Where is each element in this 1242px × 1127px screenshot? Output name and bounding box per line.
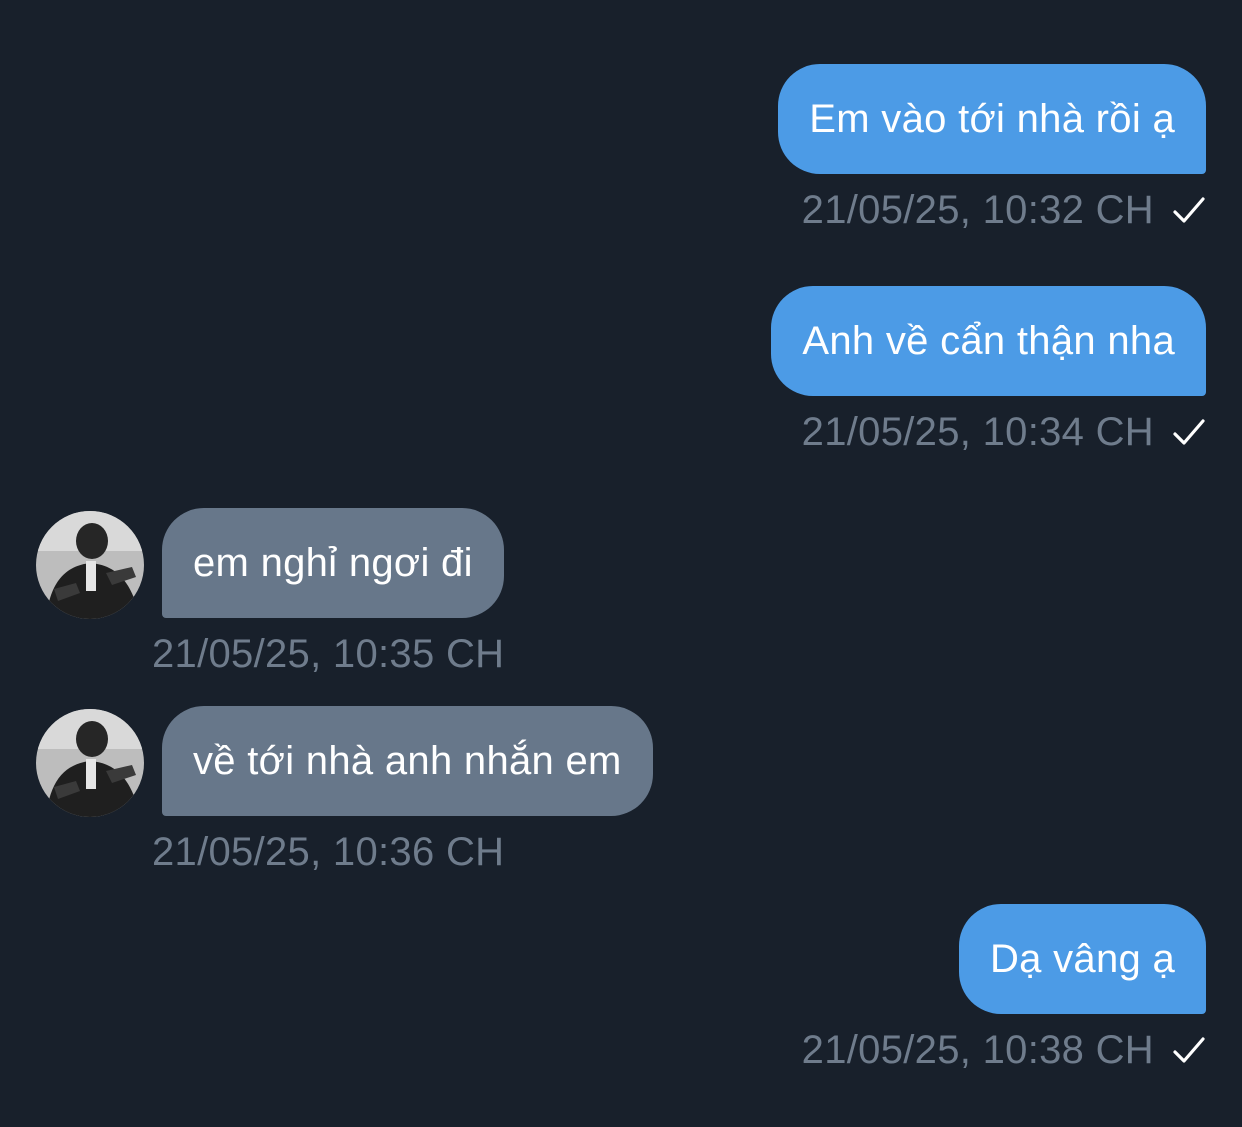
message-timestamp: 21/05/25, 10:32 CH (801, 188, 1154, 232)
message-meta: 21/05/25, 10:32 CH (802, 188, 1206, 233)
message-timestamp: 21/05/25, 10:34 CH (801, 410, 1154, 454)
message-meta: 21/05/25, 10:36 CH (152, 830, 504, 875)
message-timestamp: 21/05/25, 10:35 CH (152, 632, 505, 676)
checkmark-icon (1173, 418, 1205, 445)
outgoing-message-bubble[interactable]: Dạ vâng ạ (958, 904, 1206, 1014)
outgoing-message-bubble[interactable]: Em vào tới nhà rồi ạ (778, 64, 1206, 174)
checkmark-icon (1173, 1036, 1205, 1063)
incoming-message-bubble[interactable]: em nghỉ ngơi đi (162, 508, 504, 618)
message-text: em nghỉ ngơi đi (193, 540, 473, 585)
contact-avatar[interactable] (36, 709, 144, 817)
avatar-photo (36, 511, 144, 619)
checkmark-icon (1173, 196, 1205, 223)
message-text: về tới nhà anh nhắn em (193, 738, 622, 783)
message-text: Em vào tới nhà rồi ạ (809, 96, 1175, 141)
message-meta: 21/05/25, 10:38 CH (802, 1028, 1206, 1073)
avatar-photo (36, 709, 144, 817)
message-meta: 21/05/25, 10:34 CH (802, 410, 1206, 455)
incoming-message-bubble[interactable]: về tới nhà anh nhắn em (162, 706, 653, 816)
message-timestamp: 21/05/25, 10:36 CH (152, 830, 505, 874)
outgoing-message-bubble[interactable]: Anh về cẩn thận nha (771, 286, 1206, 396)
message-text: Dạ vâng ạ (989, 936, 1175, 981)
message-text: Anh về cẩn thận nha (802, 318, 1175, 363)
message-meta: 21/05/25, 10:35 CH (152, 632, 504, 677)
contact-avatar[interactable] (36, 511, 144, 619)
message-timestamp: 21/05/25, 10:38 CH (801, 1028, 1154, 1072)
